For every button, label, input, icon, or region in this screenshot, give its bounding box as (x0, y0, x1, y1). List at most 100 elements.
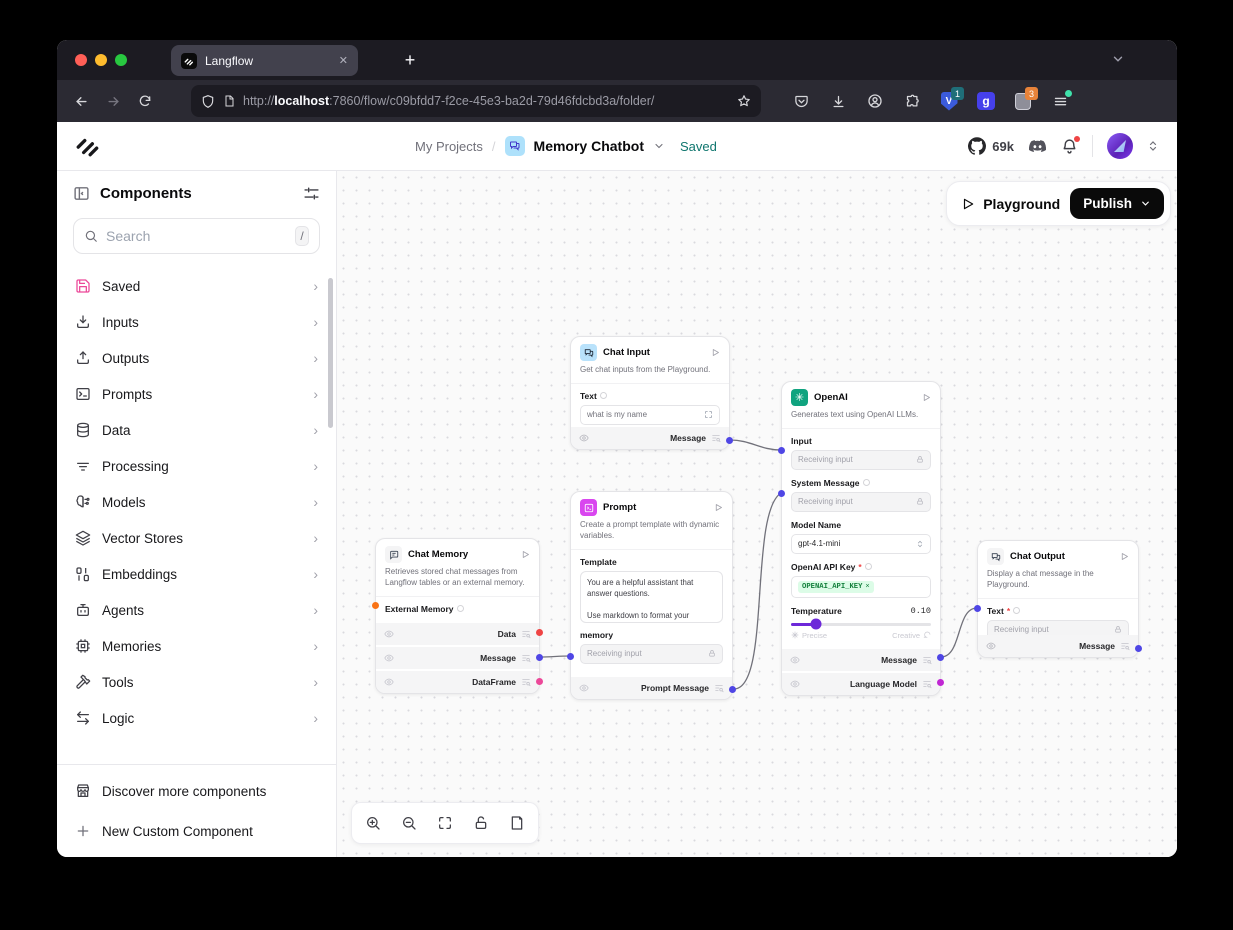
api-key-field[interactable]: OPENAI_API_KEY× (791, 576, 931, 598)
breadcrumb-my-projects[interactable]: My Projects (415, 139, 483, 154)
back-button[interactable] (67, 87, 95, 115)
sidebar-scrollbar[interactable] (328, 278, 333, 428)
node-openai[interactable]: ✳ OpenAI Generates text using OpenAI LLM… (781, 381, 941, 696)
new-custom-component-button[interactable]: New Custom Component (57, 811, 336, 851)
input-handle-text[interactable] (974, 605, 981, 612)
inspect-output-icon[interactable] (1120, 641, 1130, 651)
eye-icon[interactable] (579, 433, 589, 443)
output-handle-message[interactable] (726, 437, 733, 444)
adblock-extension-icon[interactable]: V 1 (935, 87, 963, 115)
eye-icon[interactable] (384, 629, 394, 639)
search-box[interactable]: / (73, 218, 320, 254)
container-extension-icon[interactable]: 3 (1009, 87, 1037, 115)
inspect-output-icon[interactable] (521, 677, 531, 687)
run-node-icon[interactable] (521, 550, 530, 559)
input-handle-external-memory[interactable] (372, 602, 379, 609)
output-handle-message[interactable] (536, 654, 543, 661)
discord-icon[interactable] (1028, 139, 1047, 154)
sidebar-item-embeddings[interactable]: Embeddings› (57, 556, 336, 592)
notifications-bell-icon[interactable] (1061, 138, 1078, 155)
minimize-window-button[interactable] (95, 54, 107, 66)
maximize-window-button[interactable] (115, 54, 127, 66)
eye-icon[interactable] (986, 641, 996, 651)
extensions-puzzle-icon[interactable] (898, 87, 926, 115)
prompt-template-textarea[interactable]: You are a helpful assistant that answer … (580, 571, 723, 623)
add-note-button[interactable] (499, 806, 535, 840)
eye-icon[interactable] (384, 653, 394, 663)
lock-canvas-button[interactable] (463, 806, 499, 840)
inspect-output-icon[interactable] (711, 433, 721, 443)
eye-icon[interactable] (579, 683, 589, 693)
flow-menu-chevron-icon[interactable] (653, 140, 665, 152)
search-input[interactable] (106, 228, 287, 244)
sidebar-item-processing[interactable]: Processing› (57, 448, 336, 484)
output-handle-message[interactable] (1135, 645, 1142, 652)
input-handle-system-message[interactable] (778, 490, 785, 497)
downloads-icon[interactable] (824, 87, 852, 115)
output-handle-data[interactable] (536, 629, 543, 636)
menu-hamburger-icon[interactable] (1046, 87, 1074, 115)
collapse-sidebar-icon[interactable] (73, 185, 90, 202)
sidebar-item-outputs[interactable]: Outputs› (57, 340, 336, 376)
url-bar[interactable]: http://localhost:7860/flow/c09bfdd7-f2ce… (191, 85, 761, 117)
openai-system-message-field[interactable] (791, 492, 931, 512)
zoom-in-button[interactable] (355, 806, 391, 840)
inspect-output-icon[interactable] (521, 629, 531, 639)
pocket-icon[interactable] (787, 87, 815, 115)
sidebar-item-prompts[interactable]: Prompts› (57, 376, 336, 412)
node-chat-memory[interactable]: Chat Memory Retrieves stored chat messag… (375, 538, 540, 694)
input-handle-input[interactable] (778, 447, 785, 454)
url-text[interactable]: http://localhost:7860/flow/c09bfdd7-f2ce… (243, 94, 729, 108)
expand-icon[interactable] (704, 410, 713, 419)
eye-icon[interactable] (384, 677, 394, 687)
output-handle-dataframe[interactable] (536, 678, 543, 685)
langflow-logo[interactable] (75, 133, 101, 159)
run-node-icon[interactable] (711, 348, 720, 357)
sidebar-item-tools[interactable]: Tools› (57, 664, 336, 700)
node-chat-output[interactable]: Chat Output Display a chat message in th… (977, 540, 1139, 658)
new-tab-button[interactable]: + (397, 48, 423, 72)
account-icon[interactable] (861, 87, 889, 115)
grammar-extension-icon[interactable]: g (972, 87, 1000, 115)
playground-button[interactable]: Playground (961, 196, 1060, 212)
account-chevrons-icon[interactable] (1147, 139, 1159, 153)
bookmark-star-icon[interactable] (737, 94, 751, 108)
reload-button[interactable] (131, 87, 159, 115)
flow-canvas[interactable]: Playground Publish (337, 171, 1177, 857)
node-prompt[interactable]: Prompt Create a prompt template with dyn… (570, 491, 733, 700)
tab-list-chevron-icon[interactable] (1111, 52, 1125, 66)
browser-tab[interactable]: Langflow ✕ (171, 45, 358, 76)
close-window-button[interactable] (75, 54, 87, 66)
sidebar-item-inputs[interactable]: Inputs› (57, 304, 336, 340)
sidebar-filter-icon[interactable] (303, 185, 320, 202)
sidebar-item-saved[interactable]: Saved› (57, 268, 336, 304)
tracking-protection-icon[interactable] (201, 94, 215, 109)
eye-icon[interactable] (790, 655, 800, 665)
zoom-out-button[interactable] (391, 806, 427, 840)
sidebar-item-vector-stores[interactable]: Vector Stores› (57, 520, 336, 556)
github-stars-button[interactable]: 69k (968, 137, 1014, 155)
node-chat-input[interactable]: Chat Input Get chat inputs from the Play… (570, 336, 730, 450)
flow-name[interactable]: Memory Chatbot (534, 138, 644, 154)
run-node-icon[interactable] (714, 503, 723, 512)
output-handle-language-model[interactable] (937, 679, 944, 686)
chat-input-text-field[interactable] (580, 405, 720, 425)
run-node-icon[interactable] (922, 393, 931, 402)
input-handle-memory[interactable] (567, 653, 574, 660)
openai-input-field[interactable] (791, 450, 931, 470)
prompt-memory-field[interactable] (580, 644, 723, 664)
inspect-output-icon[interactable] (714, 683, 724, 693)
sidebar-item-memories[interactable]: Memories› (57, 628, 336, 664)
sidebar-item-models[interactable]: Models› (57, 484, 336, 520)
publish-button[interactable]: Publish (1070, 188, 1164, 219)
discover-components-button[interactable]: Discover more components (57, 771, 336, 811)
sidebar-item-data[interactable]: Data› (57, 412, 336, 448)
fit-view-button[interactable] (427, 806, 463, 840)
slider-knob[interactable] (811, 619, 822, 630)
sidebar-item-logic[interactable]: Logic› (57, 700, 336, 736)
inspect-output-icon[interactable] (922, 679, 932, 689)
page-info-icon[interactable] (223, 94, 235, 108)
api-key-badge[interactable]: OPENAI_API_KEY× (798, 581, 874, 593)
output-handle-prompt-message[interactable] (729, 686, 736, 693)
output-handle-message[interactable] (937, 654, 944, 661)
